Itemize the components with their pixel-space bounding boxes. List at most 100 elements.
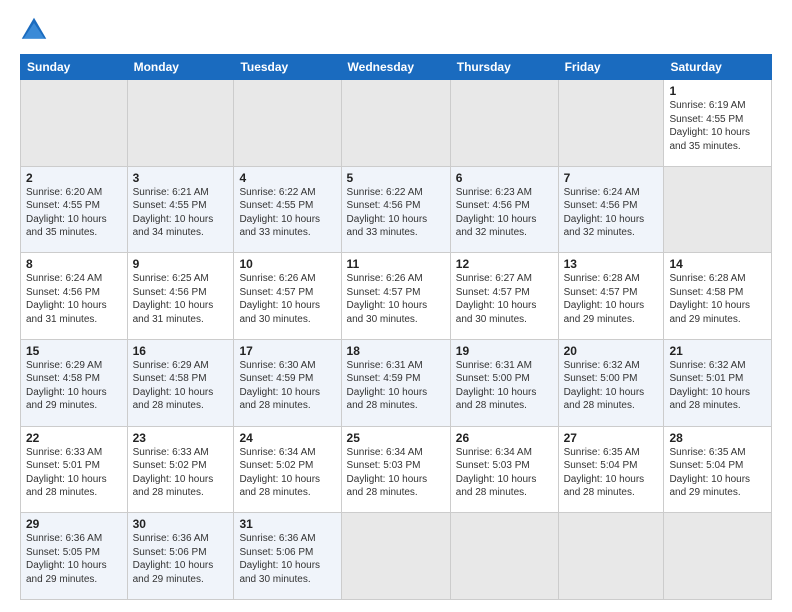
weekday-header-friday: Friday [558, 55, 664, 80]
day-number: 15 [26, 344, 122, 358]
day-info: Sunrise: 6:25 AMSunset: 4:56 PMDaylight:… [133, 273, 214, 325]
day-info: Sunrise: 6:34 AMSunset: 5:03 PMDaylight:… [347, 447, 428, 499]
calendar-cell [341, 513, 450, 600]
calendar-cell: 13 Sunrise: 6:28 AMSunset: 4:57 PMDaylig… [558, 253, 664, 340]
calendar-cell: 21 Sunrise: 6:32 AMSunset: 5:01 PMDaylig… [664, 339, 772, 426]
day-number: 21 [669, 344, 766, 358]
day-info: Sunrise: 6:32 AMSunset: 5:01 PMDaylight:… [669, 360, 750, 412]
day-info: Sunrise: 6:22 AMSunset: 4:56 PMDaylight:… [347, 187, 428, 239]
calendar-cell: 30 Sunrise: 6:36 AMSunset: 5:06 PMDaylig… [127, 513, 234, 600]
day-number: 17 [239, 344, 335, 358]
calendar-cell: 26 Sunrise: 6:34 AMSunset: 5:03 PMDaylig… [450, 426, 558, 513]
calendar-cell [21, 80, 128, 167]
calendar-week-row: 8 Sunrise: 6:24 AMSunset: 4:56 PMDayligh… [21, 253, 772, 340]
day-number: 30 [133, 517, 229, 531]
calendar-table: SundayMondayTuesdayWednesdayThursdayFrid… [20, 54, 772, 600]
calendar-cell: 3 Sunrise: 6:21 AMSunset: 4:55 PMDayligh… [127, 166, 234, 253]
calendar-cell: 27 Sunrise: 6:35 AMSunset: 5:04 PMDaylig… [558, 426, 664, 513]
calendar-cell: 1 Sunrise: 6:19 AMSunset: 4:55 PMDayligh… [664, 80, 772, 167]
day-info: Sunrise: 6:35 AMSunset: 5:04 PMDaylight:… [669, 447, 750, 499]
day-number: 6 [456, 171, 553, 185]
calendar-cell: 25 Sunrise: 6:34 AMSunset: 5:03 PMDaylig… [341, 426, 450, 513]
calendar-cell: 17 Sunrise: 6:30 AMSunset: 4:59 PMDaylig… [234, 339, 341, 426]
calendar-cell: 29 Sunrise: 6:36 AMSunset: 5:05 PMDaylig… [21, 513, 128, 600]
day-number: 26 [456, 431, 553, 445]
calendar-cell: 10 Sunrise: 6:26 AMSunset: 4:57 PMDaylig… [234, 253, 341, 340]
day-number: 16 [133, 344, 229, 358]
day-info: Sunrise: 6:29 AMSunset: 4:58 PMDaylight:… [133, 360, 214, 412]
calendar-cell: 14 Sunrise: 6:28 AMSunset: 4:58 PMDaylig… [664, 253, 772, 340]
day-number: 22 [26, 431, 122, 445]
day-number: 20 [564, 344, 659, 358]
day-info: Sunrise: 6:30 AMSunset: 4:59 PMDaylight:… [239, 360, 320, 412]
calendar-cell: 16 Sunrise: 6:29 AMSunset: 4:58 PMDaylig… [127, 339, 234, 426]
day-number: 23 [133, 431, 229, 445]
day-info: Sunrise: 6:33 AMSunset: 5:02 PMDaylight:… [133, 447, 214, 499]
day-info: Sunrise: 6:31 AMSunset: 5:00 PMDaylight:… [456, 360, 537, 412]
day-info: Sunrise: 6:31 AMSunset: 4:59 PMDaylight:… [347, 360, 428, 412]
day-number: 29 [26, 517, 122, 531]
logo [20, 16, 52, 44]
weekday-header-monday: Monday [127, 55, 234, 80]
day-number: 28 [669, 431, 766, 445]
calendar-cell [558, 80, 664, 167]
weekday-header-thursday: Thursday [450, 55, 558, 80]
calendar-cell: 18 Sunrise: 6:31 AMSunset: 4:59 PMDaylig… [341, 339, 450, 426]
day-number: 10 [239, 257, 335, 271]
day-number: 8 [26, 257, 122, 271]
day-info: Sunrise: 6:26 AMSunset: 4:57 PMDaylight:… [347, 273, 428, 325]
day-number: 2 [26, 171, 122, 185]
day-number: 11 [347, 257, 445, 271]
day-number: 12 [456, 257, 553, 271]
day-number: 19 [456, 344, 553, 358]
day-number: 31 [239, 517, 335, 531]
day-number: 3 [133, 171, 229, 185]
day-info: Sunrise: 6:36 AMSunset: 5:06 PMDaylight:… [239, 533, 320, 585]
calendar-week-row: 2 Sunrise: 6:20 AMSunset: 4:55 PMDayligh… [21, 166, 772, 253]
calendar-week-row: 29 Sunrise: 6:36 AMSunset: 5:05 PMDaylig… [21, 513, 772, 600]
calendar-cell: 9 Sunrise: 6:25 AMSunset: 4:56 PMDayligh… [127, 253, 234, 340]
calendar-cell: 12 Sunrise: 6:27 AMSunset: 4:57 PMDaylig… [450, 253, 558, 340]
weekday-header-sunday: Sunday [21, 55, 128, 80]
day-info: Sunrise: 6:32 AMSunset: 5:00 PMDaylight:… [564, 360, 645, 412]
calendar-cell: 28 Sunrise: 6:35 AMSunset: 5:04 PMDaylig… [664, 426, 772, 513]
day-number: 4 [239, 171, 335, 185]
day-info: Sunrise: 6:23 AMSunset: 4:56 PMDaylight:… [456, 187, 537, 239]
day-info: Sunrise: 6:36 AMSunset: 5:05 PMDaylight:… [26, 533, 107, 585]
weekday-header-row: SundayMondayTuesdayWednesdayThursdayFrid… [21, 55, 772, 80]
calendar-cell: 2 Sunrise: 6:20 AMSunset: 4:55 PMDayligh… [21, 166, 128, 253]
calendar-week-row: 15 Sunrise: 6:29 AMSunset: 4:58 PMDaylig… [21, 339, 772, 426]
day-number: 27 [564, 431, 659, 445]
calendar-cell [234, 80, 341, 167]
weekday-header-saturday: Saturday [664, 55, 772, 80]
day-info: Sunrise: 6:26 AMSunset: 4:57 PMDaylight:… [239, 273, 320, 325]
day-info: Sunrise: 6:19 AMSunset: 4:55 PMDaylight:… [669, 100, 750, 152]
calendar-cell: 11 Sunrise: 6:26 AMSunset: 4:57 PMDaylig… [341, 253, 450, 340]
calendar-cell [450, 513, 558, 600]
calendar-cell: 20 Sunrise: 6:32 AMSunset: 5:00 PMDaylig… [558, 339, 664, 426]
calendar-page: SundayMondayTuesdayWednesdayThursdayFrid… [0, 0, 792, 612]
calendar-week-row: 1 Sunrise: 6:19 AMSunset: 4:55 PMDayligh… [21, 80, 772, 167]
calendar-cell: 24 Sunrise: 6:34 AMSunset: 5:02 PMDaylig… [234, 426, 341, 513]
day-number: 9 [133, 257, 229, 271]
calendar-cell [450, 80, 558, 167]
weekday-header-wednesday: Wednesday [341, 55, 450, 80]
day-info: Sunrise: 6:29 AMSunset: 4:58 PMDaylight:… [26, 360, 107, 412]
day-info: Sunrise: 6:22 AMSunset: 4:55 PMDaylight:… [239, 187, 320, 239]
calendar-cell: 31 Sunrise: 6:36 AMSunset: 5:06 PMDaylig… [234, 513, 341, 600]
day-number: 24 [239, 431, 335, 445]
day-info: Sunrise: 6:34 AMSunset: 5:02 PMDaylight:… [239, 447, 320, 499]
day-number: 18 [347, 344, 445, 358]
day-info: Sunrise: 6:20 AMSunset: 4:55 PMDaylight:… [26, 187, 107, 239]
calendar-cell: 15 Sunrise: 6:29 AMSunset: 4:58 PMDaylig… [21, 339, 128, 426]
calendar-cell: 4 Sunrise: 6:22 AMSunset: 4:55 PMDayligh… [234, 166, 341, 253]
day-info: Sunrise: 6:27 AMSunset: 4:57 PMDaylight:… [456, 273, 537, 325]
day-number: 13 [564, 257, 659, 271]
day-info: Sunrise: 6:33 AMSunset: 5:01 PMDaylight:… [26, 447, 107, 499]
day-info: Sunrise: 6:28 AMSunset: 4:57 PMDaylight:… [564, 273, 645, 325]
weekday-header-tuesday: Tuesday [234, 55, 341, 80]
calendar-cell [127, 80, 234, 167]
logo-icon [20, 16, 48, 44]
calendar-cell [664, 513, 772, 600]
day-info: Sunrise: 6:24 AMSunset: 4:56 PMDaylight:… [564, 187, 645, 239]
